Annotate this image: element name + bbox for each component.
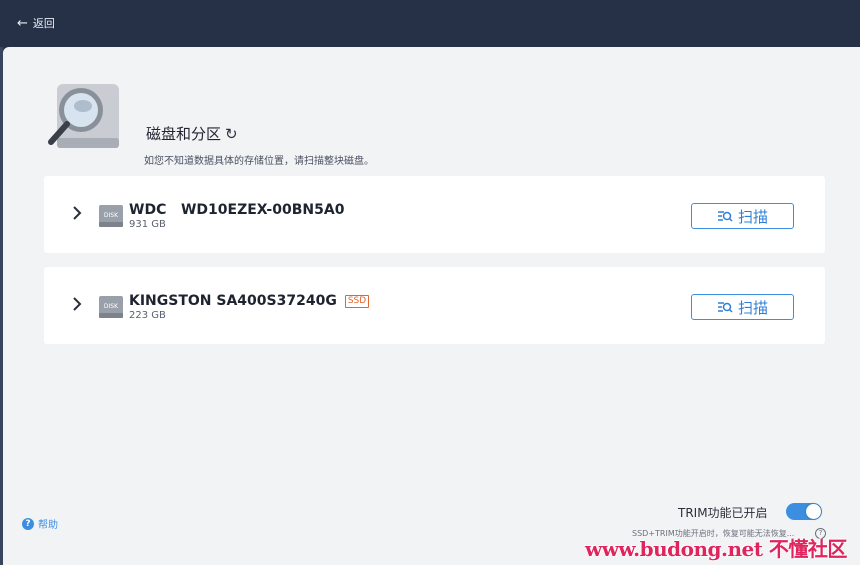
- scan-button[interactable]: 扫描: [691, 294, 794, 320]
- disk-icon-label: DISK: [104, 303, 119, 310]
- page-title-text: 磁盘和分区: [146, 125, 222, 143]
- disk-card[interactable]: DISK KINGSTON SA400S37240G SSD 223 GB 扫描: [44, 267, 825, 344]
- trim-toggle[interactable]: [786, 503, 822, 520]
- disk-name: WDC WD10EZEX-00BN5A0: [129, 202, 344, 218]
- toggle-knob: [806, 504, 821, 519]
- chevron-right-icon[interactable]: [72, 296, 82, 312]
- disk-name: KINGSTON SA400S37240G SSD: [129, 293, 370, 309]
- scan-button[interactable]: 扫描: [691, 203, 794, 229]
- disk-name-text: KINGSTON SA400S37240G: [129, 293, 337, 309]
- scan-label: 扫描: [737, 207, 768, 226]
- scan-label: 扫描: [737, 298, 768, 317]
- ssd-badge: SSD: [344, 294, 370, 308]
- disk-icon: DISK: [99, 205, 123, 227]
- trim-label: TRIM功能已开启: [678, 506, 768, 520]
- disk-search-illustration-icon: [48, 84, 119, 148]
- watermark: www.budong.net 不懂社区: [585, 537, 847, 561]
- page-subtitle: 如您不知道数据具体的存储位置，请扫描整块磁盘。: [144, 156, 374, 167]
- disk-icon-label: DISK: [104, 212, 119, 219]
- top-bar: ← 返回: [0, 0, 860, 47]
- disk-card[interactable]: DISK WDC WD10EZEX-00BN5A0 931 GB 扫描: [44, 176, 825, 253]
- main-panel: 磁盘和分区 ↻ 如您不知道数据具体的存储位置，请扫描整块磁盘。 DISK WDC…: [3, 47, 860, 565]
- disk-size: 223 GB: [129, 310, 166, 321]
- refresh-icon[interactable]: ↻: [225, 125, 238, 143]
- help-link[interactable]: ? 帮助: [22, 516, 58, 531]
- back-label: 返回: [32, 17, 55, 30]
- disk-size: 931 GB: [129, 219, 166, 230]
- disk-icon: DISK: [99, 296, 123, 318]
- page-title: 磁盘和分区 ↻: [146, 123, 238, 144]
- help-label: 帮助: [38, 520, 58, 531]
- arrow-left-icon: ←: [17, 15, 28, 31]
- scan-icon: [717, 302, 733, 313]
- back-button[interactable]: ← 返回: [17, 15, 55, 31]
- scan-icon: [717, 211, 733, 222]
- chevron-right-icon[interactable]: [72, 205, 82, 221]
- question-icon: ?: [22, 517, 34, 530]
- disk-name-text: WDC WD10EZEX-00BN5A0: [129, 202, 345, 218]
